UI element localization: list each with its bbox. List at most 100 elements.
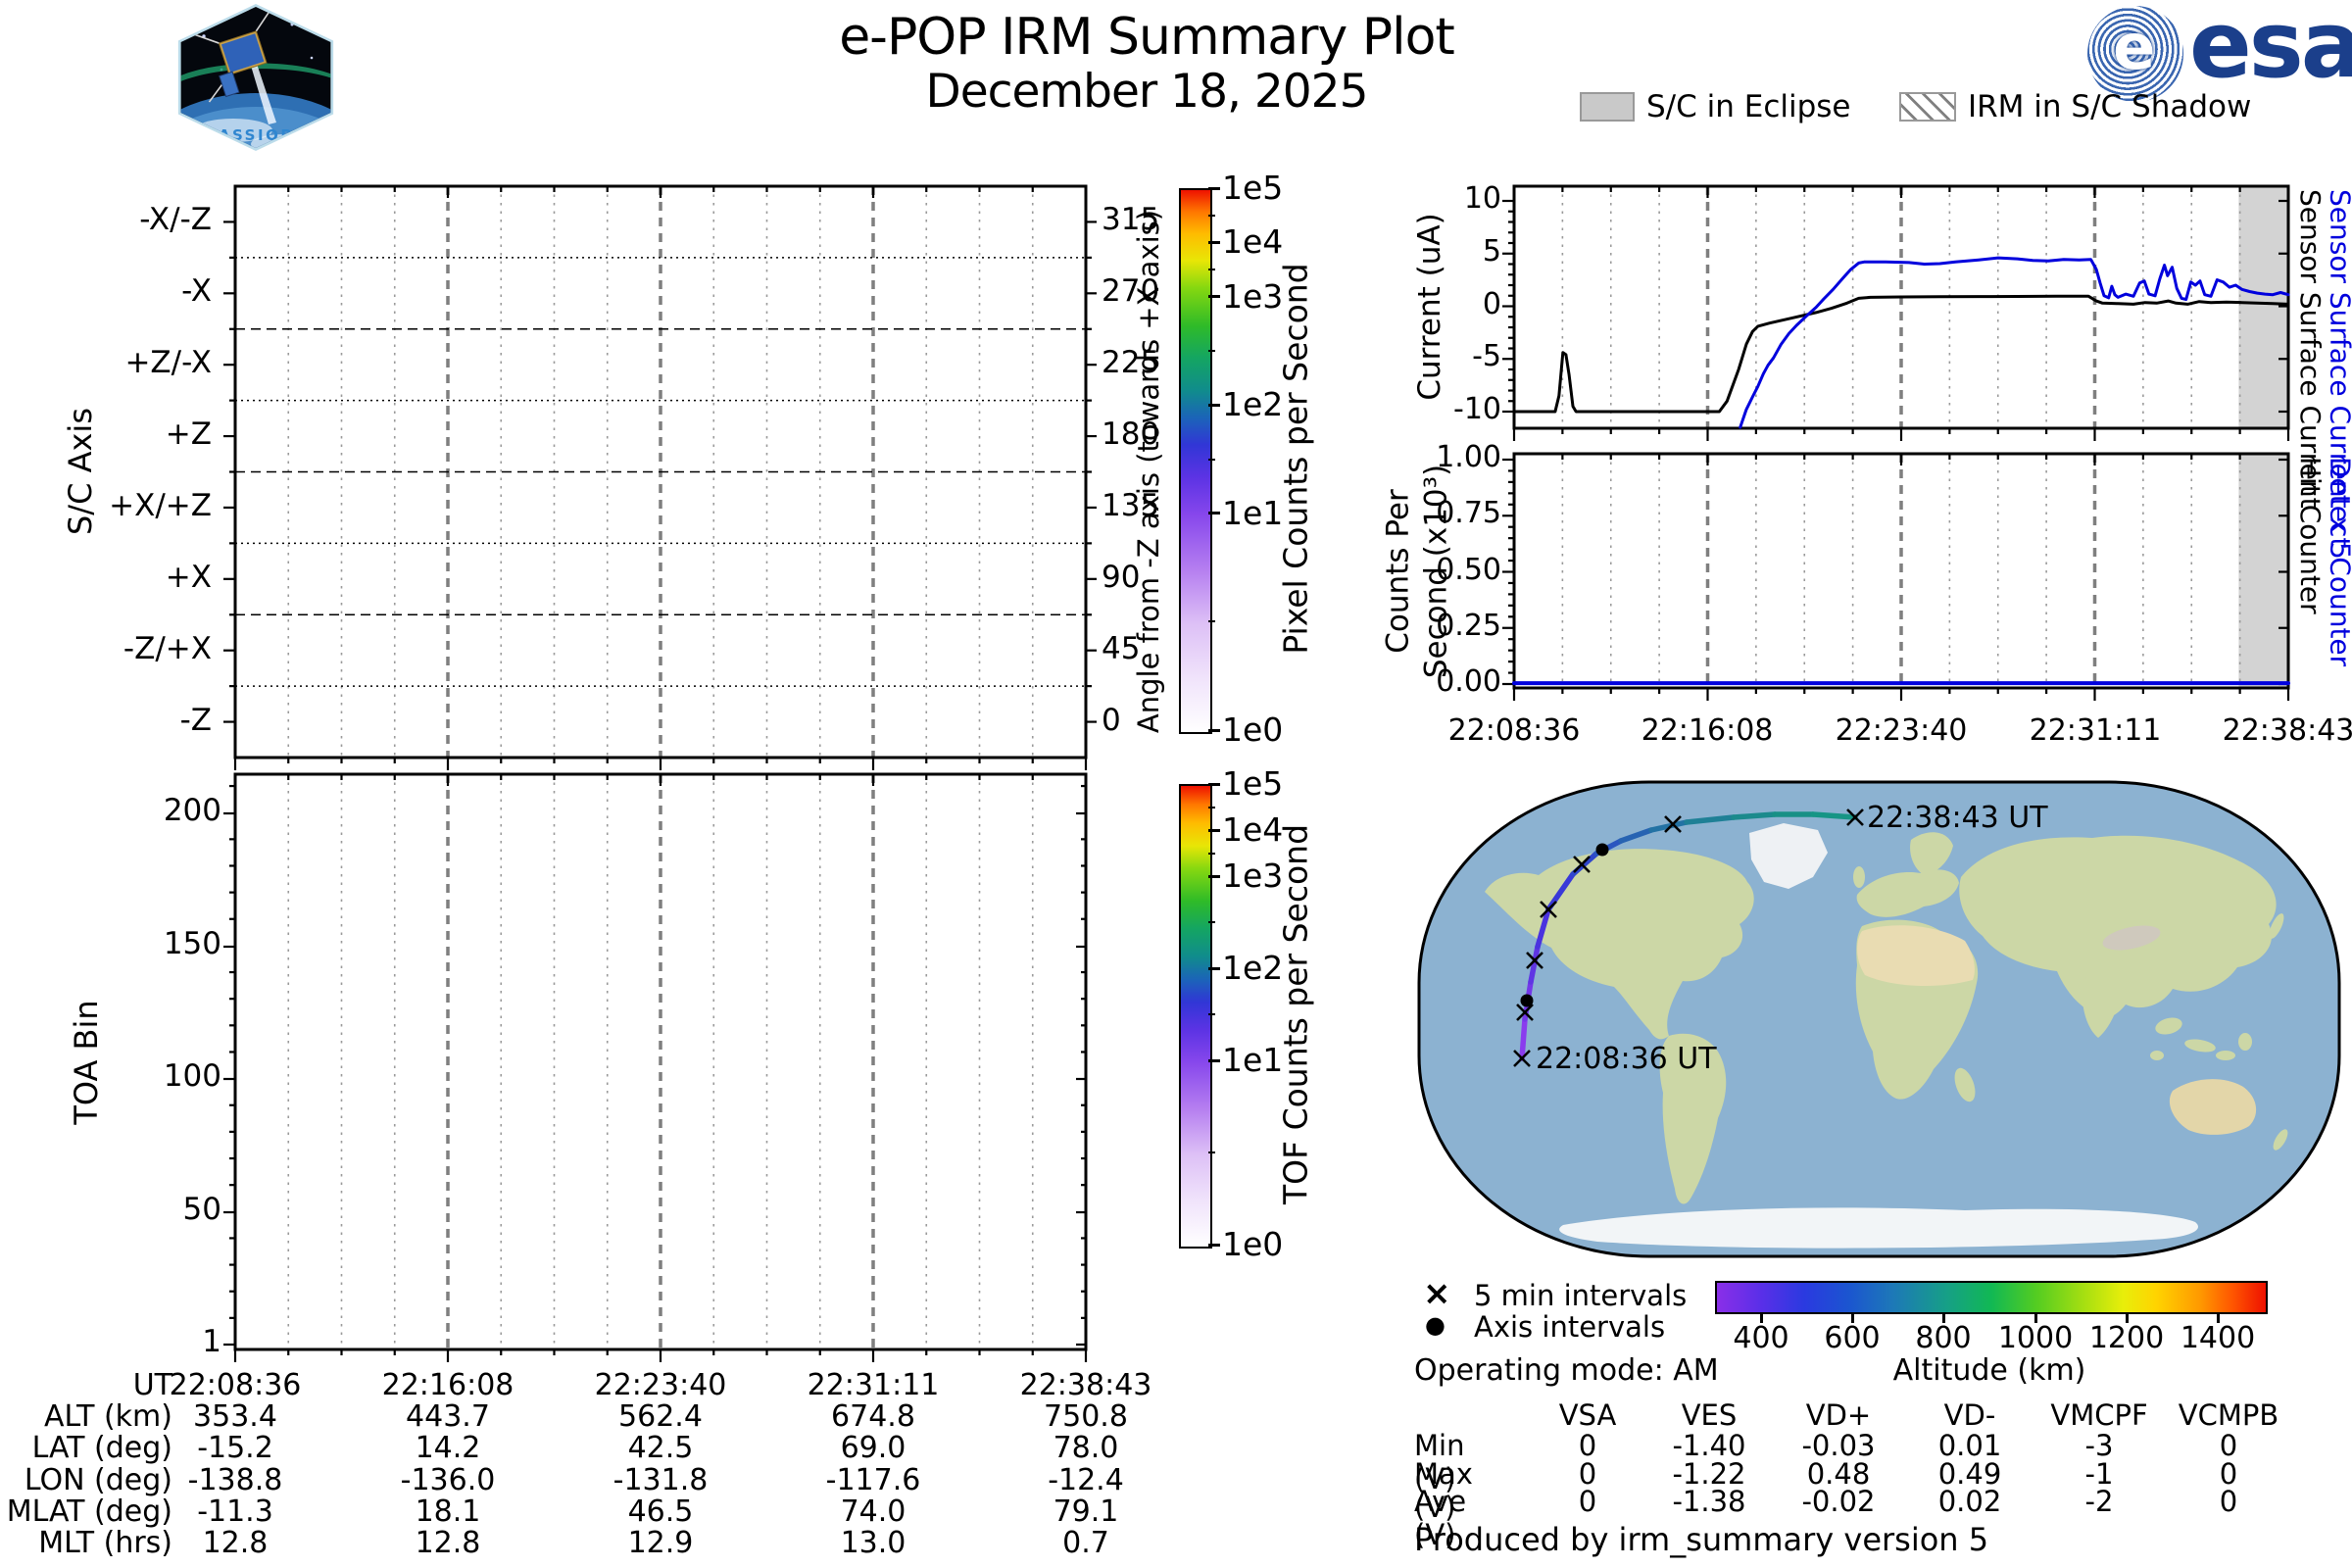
ground-track-map: 22:38:43 UT 22:08:36 UT xyxy=(1416,779,2342,1259)
toa-ticklabel: 150 xyxy=(163,926,221,961)
voltage-column-header: VD+ xyxy=(1805,1398,1872,1432)
colorbar-minor-tick xyxy=(1208,921,1215,923)
ephemeris-cell: 562.4 xyxy=(618,1399,703,1434)
sc-axis-category-label: -Z xyxy=(179,702,212,738)
five-min-marker-icon: × xyxy=(1423,1274,1451,1313)
colorbar-tick-mark xyxy=(1208,728,1220,732)
toa-ticklabel: 50 xyxy=(182,1192,221,1227)
ephemeris-cell: 18.1 xyxy=(415,1494,481,1529)
voltage-column-header: VD- xyxy=(1943,1398,1996,1432)
ephemeris-cell: 22:08:36 xyxy=(169,1368,302,1402)
map-start-time-label: 22:08:36 UT xyxy=(1536,1042,1717,1076)
counts-ticklabel: 0.25 xyxy=(1436,608,1501,643)
colorbar-minor-tick xyxy=(1208,458,1215,461)
colorbar-minor-tick xyxy=(1208,1013,1215,1015)
colorbar-minor-tick xyxy=(1208,268,1215,270)
colorbar-ticklabel: 1e0 xyxy=(1222,710,1284,749)
ephemeris-cell: 674.8 xyxy=(831,1399,915,1434)
altitude-ticklabel: 400 xyxy=(1733,1321,1789,1355)
voltage-cell: 0 xyxy=(1578,1485,1597,1518)
page-date: December 18, 2025 xyxy=(925,65,1369,119)
sc-axis-plot-canvas xyxy=(223,184,1097,770)
tof-colorbar-label: TOF Counts per Second xyxy=(1276,823,1315,1205)
altitude-colorbar-label: Altitude (km) xyxy=(1892,1353,2086,1388)
ephemeris-cell: 0.7 xyxy=(1062,1526,1109,1560)
voltage-cell: 0.02 xyxy=(1937,1485,2002,1518)
page: CASSIOPE e-POP IRM Summary Plot December… xyxy=(0,0,2352,1568)
altitude-colorbar xyxy=(1715,1281,2268,1314)
sc-axis-category-label: +X/+Z xyxy=(109,487,212,523)
altitude-ticklabel: 800 xyxy=(1915,1321,1972,1355)
detect-counter-label: Detect Counter xyxy=(2324,457,2352,667)
ephemeris-cell: 750.8 xyxy=(1044,1399,1128,1434)
ephemeris-cell: 22:31:11 xyxy=(807,1368,940,1402)
voltage-column-header: VCMPB xyxy=(2178,1398,2279,1432)
colorbar-ticklabel: 1e2 xyxy=(1222,949,1284,987)
colorbar-tick-mark xyxy=(1208,966,1220,970)
colorbar-tick-mark xyxy=(1208,240,1220,244)
colorbar-ticklabel: 1e3 xyxy=(1222,276,1284,316)
colorbar-minor-tick xyxy=(1208,349,1215,352)
colorbar-tick-mark xyxy=(1208,295,1220,299)
ephemeris-cell: 22:16:08 xyxy=(381,1368,514,1402)
toa-ticklabel: 1 xyxy=(202,1324,221,1359)
time-ticklabel: 22:38:43 xyxy=(2222,713,2352,748)
voltage-cell: 0 xyxy=(2219,1485,2238,1518)
altitude-ticklabel: 600 xyxy=(1824,1321,1881,1355)
pixel-colorbar-label: Pixel Counts per Second xyxy=(1276,263,1315,655)
counts-plot-canvas xyxy=(1502,452,2290,701)
colorbar-minor-tick xyxy=(1208,620,1215,623)
colorbar-ticklabel: 1e0 xyxy=(1222,1225,1284,1263)
ephemeris-cell: 14.2 xyxy=(415,1431,481,1465)
ephemeris-cell: -117.6 xyxy=(825,1463,921,1497)
voltage-cell: -0.02 xyxy=(1801,1485,1876,1518)
voltage-cell: -2 xyxy=(2084,1485,2114,1518)
eclipse-legend-label: S/C in Eclipse xyxy=(1646,89,1851,124)
axis-marker-label: Axis intervals xyxy=(1474,1310,1666,1344)
colorbar-ticklabel: 1e3 xyxy=(1222,857,1284,895)
colorbar-minor-tick xyxy=(1208,1152,1215,1153)
sc-axis-category-label: +Z/-X xyxy=(124,345,212,381)
ephemeris-cell: -12.4 xyxy=(1048,1463,1124,1497)
time-ticklabel: 22:23:40 xyxy=(1835,713,1968,748)
colorbar-ticklabel: 1e1 xyxy=(1222,1041,1284,1079)
operating-mode: Operating mode: AM xyxy=(1414,1353,1719,1388)
hit-counter-label: Hit Counter xyxy=(2294,457,2328,614)
ephemeris-cell: -15.2 xyxy=(197,1431,273,1465)
cassiope-logo-text: CASSIOPE xyxy=(205,126,306,144)
colorbar-tick-mark xyxy=(1208,512,1220,515)
voltage-column-header: VSA xyxy=(1558,1398,1617,1432)
counts-right-labels: Detect Counter Hit Counter xyxy=(2294,457,2352,667)
current-ticklabel: 10 xyxy=(1463,181,1501,216)
ephemeris-cell: -136.0 xyxy=(400,1463,496,1497)
colorbar-tick-mark xyxy=(1208,186,1220,190)
altitude-ticklabel: 1400 xyxy=(2180,1321,2256,1355)
world-map-canvas: 22:38:43 UT 22:08:36 UT xyxy=(1417,780,2341,1258)
colorbar-ticklabel: 1e5 xyxy=(1222,764,1284,803)
esa-logo-wordmark: esa xyxy=(2189,0,2352,99)
time-ticklabel: 22:08:36 xyxy=(1447,713,1581,748)
current-plot-frame xyxy=(1502,184,2290,441)
ephemeris-cell: -11.3 xyxy=(197,1494,273,1529)
counts-ticklabel: 0.00 xyxy=(1436,664,1501,699)
counts-ticklabel: 1.00 xyxy=(1436,440,1501,474)
tof-colorbar xyxy=(1179,784,1212,1249)
current-ticklabel: -10 xyxy=(1453,392,1501,426)
current-ticklabel: -5 xyxy=(1472,339,1501,374)
colorbar-ticklabel: 1e2 xyxy=(1222,385,1284,424)
altitude-ticklabel: 1000 xyxy=(1997,1321,2074,1355)
colorbar-minor-tick xyxy=(1208,852,1215,855)
ephemeris-cell: 22:38:43 xyxy=(1019,1368,1152,1402)
sc-axis-category-labels: -X/-Z -X +Z/-X +Z +X/+Z +X -Z/+X -Z xyxy=(0,186,223,758)
toa-plot-canvas xyxy=(223,772,1088,1362)
toa-ticklabel: 100 xyxy=(163,1058,221,1094)
ephemeris-cell: 22:23:40 xyxy=(594,1368,727,1402)
colorbar-ticklabel: 1e1 xyxy=(1222,493,1284,532)
map-end-time-label: 22:38:43 UT xyxy=(1867,801,2048,835)
counts-plot-frame xyxy=(1502,452,2290,701)
footer-version: Produced by irm_summary version 5 xyxy=(1414,1521,1989,1558)
altitude-ticklabel: 1200 xyxy=(2088,1321,2165,1355)
ephemeris-cell: 74.0 xyxy=(840,1494,906,1529)
ephemeris-cell: 79.1 xyxy=(1053,1494,1119,1529)
shadow-swatch-icon xyxy=(1899,92,1956,122)
